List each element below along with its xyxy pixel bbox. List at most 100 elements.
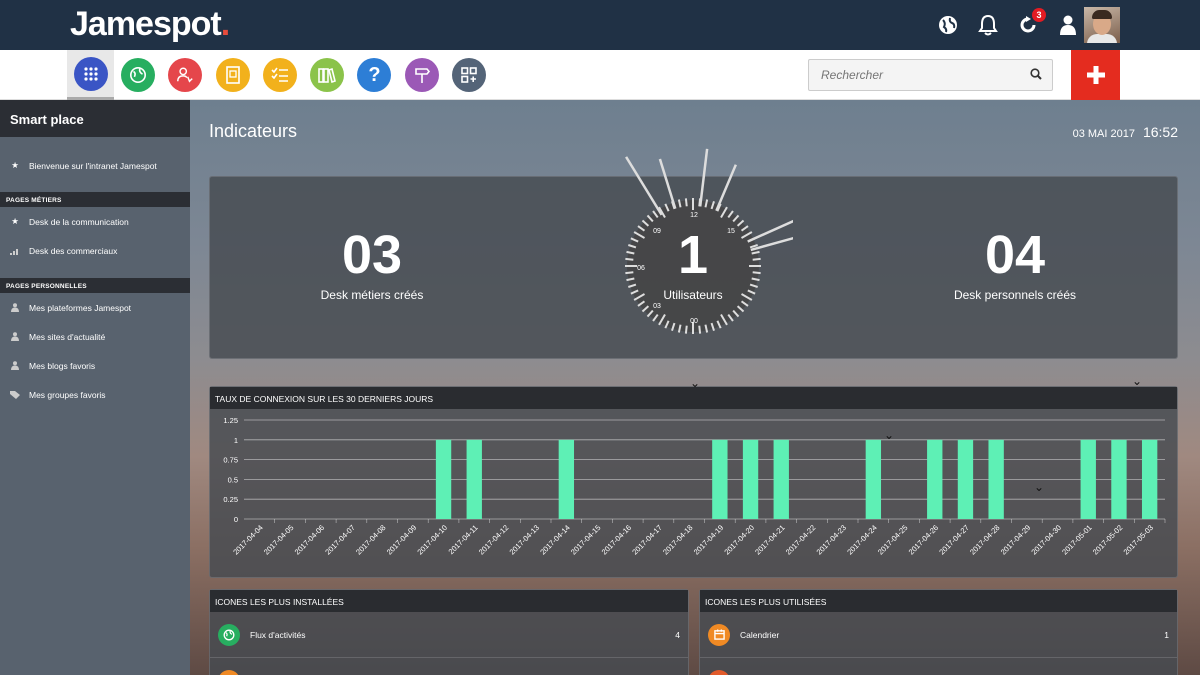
app-help[interactable]: ?	[351, 50, 398, 100]
user-icon[interactable]	[1056, 13, 1080, 37]
bird-decoration: ⌄	[1034, 480, 1045, 494]
globe-icon	[218, 623, 240, 646]
chart-bar[interactable]	[988, 439, 1004, 519]
chart-bar[interactable]	[773, 439, 789, 519]
dial-label-03: 03	[653, 303, 661, 310]
star-icon: ★	[11, 216, 19, 226]
app-signpost[interactable]	[398, 50, 445, 100]
app-directory[interactable]	[209, 50, 256, 100]
dial-ray	[715, 164, 737, 212]
dial-ray	[747, 219, 793, 243]
bird-decoration: ⌄	[690, 376, 701, 390]
plus-icon	[1086, 66, 1105, 84]
globe-icon[interactable]	[936, 13, 960, 37]
chart-bar[interactable]	[927, 439, 943, 519]
app-globe[interactable]	[114, 50, 161, 100]
chart-bar[interactable]	[1141, 439, 1158, 519]
x-tick-label: 2017-04-26	[907, 523, 940, 556]
sidebar-item-blogs[interactable]: Mes blogs favoris	[0, 351, 190, 380]
current-time: 16:52	[1142, 124, 1178, 140]
widgets-icon	[461, 67, 477, 83]
dial-label-00: 00	[690, 318, 698, 325]
sidebar-item-sites[interactable]: Mes sites d'actualité	[0, 322, 190, 351]
chart-bar[interactable]	[957, 439, 974, 519]
stat-desk-metiers: 03 Desk métiers créés	[320, 225, 424, 302]
user-icon	[9, 332, 21, 341]
chart-bar[interactable]	[712, 439, 728, 519]
x-tick-label: 2017-04-05	[262, 523, 295, 556]
app-library[interactable]	[303, 50, 350, 100]
x-tick-label: 2017-04-13	[508, 523, 541, 556]
x-tick-label: 2017-04-20	[722, 523, 755, 556]
x-tick-label: 2017-04-18	[661, 523, 694, 556]
checklist-icon	[271, 67, 288, 82]
x-tick-label: 2017-04-25	[876, 523, 909, 556]
user-icon	[9, 303, 21, 312]
chart-bar[interactable]	[1111, 439, 1127, 519]
x-tick-label: 2017-04-07	[323, 523, 356, 556]
chart-bar[interactable]	[1080, 439, 1096, 519]
x-tick-label: 2017-04-24	[845, 523, 878, 556]
sidebar-item-welcome[interactable]: ★ Bienvenue sur l'intranet Jamespot	[0, 151, 190, 180]
address-book-icon	[225, 66, 240, 84]
chart-bar[interactable]	[435, 439, 452, 519]
chart-bar[interactable]	[742, 439, 759, 519]
sidebar-item-communication[interactable]: ★ Desk de la communication	[0, 207, 190, 236]
dial-tick	[752, 257, 761, 261]
used-icons-panel: ICONES LES PLUS UTILISÉES Calendrier 1	[699, 589, 1178, 675]
page-title: Indicateurs	[209, 121, 298, 141]
app-apps-grid[interactable]	[67, 50, 115, 100]
notification-badge: 3	[1032, 8, 1046, 22]
chart-bar[interactable]	[558, 439, 575, 519]
x-tick-label: 2017-04-04	[231, 523, 264, 556]
app-widgets[interactable]	[445, 50, 492, 100]
question-icon: ?	[368, 63, 381, 86]
installed-icons-panel: ICONES LES PLUS INSTALLÉES Flux d'activi…	[209, 589, 689, 675]
bar-chart-icon	[9, 247, 21, 255]
x-tick-label: 2017-05-01	[1060, 523, 1093, 556]
x-tick-label: 2017-04-16	[600, 523, 633, 556]
refresh-icon[interactable]: 3	[1016, 8, 1046, 37]
dial-tick	[625, 257, 634, 261]
dial-tick	[684, 325, 688, 334]
sidebar-item-groupes[interactable]: Mes groupes favoris	[0, 380, 190, 409]
dial-ray	[658, 158, 677, 210]
sidebar-title: Smart place	[0, 100, 190, 137]
y-tick-label: 0.75	[223, 456, 238, 465]
x-tick-label: 2017-04-11	[447, 523, 480, 556]
logo[interactable]: Jamespot.	[70, 5, 230, 44]
x-tick-label: 2017-04-23	[815, 523, 848, 556]
search-icon[interactable]	[1030, 68, 1042, 80]
search-input[interactable]	[809, 60, 1019, 90]
x-tick-label: 2017-04-21	[753, 523, 786, 556]
y-tick-label: 1	[234, 436, 238, 445]
list-item-partial	[210, 658, 688, 675]
list-item[interactable]: Calendrier 1	[700, 612, 1177, 658]
chart-bar[interactable]	[466, 439, 482, 519]
chart-bar[interactable]	[865, 439, 882, 519]
dial-tick	[752, 271, 761, 275]
stat-desk-perso: 04 Desk personnels créés	[953, 225, 1077, 302]
x-tick-label: 2017-04-29	[999, 523, 1032, 556]
star-icon: ★	[11, 160, 19, 170]
sidebar-section-perso: PAGES PERSONNELLES	[0, 278, 190, 293]
dial-tick	[625, 271, 634, 275]
app-tasks[interactable]	[256, 50, 303, 100]
avatar[interactable]	[1084, 7, 1120, 43]
list-item-partial	[700, 658, 1177, 675]
grid-dots-icon	[84, 66, 98, 81]
list-item[interactable]: Flux d'activités 4	[210, 612, 688, 658]
dial-ray	[625, 156, 663, 216]
top-bar: Jamespot. 3	[0, 0, 1200, 50]
current-date: 03 MAI 2017	[1072, 128, 1135, 140]
bell-icon[interactable]	[976, 13, 1000, 37]
signpost-icon	[414, 68, 430, 83]
sidebar-item-commerciaux[interactable]: Desk des commerciaux	[0, 236, 190, 265]
installed-title: ICONES LES PLUS INSTALLÉES	[210, 590, 688, 612]
tags-icon	[9, 390, 21, 399]
create-button[interactable]	[1071, 50, 1120, 100]
x-tick-label: 2017-04-08	[354, 523, 387, 556]
sidebar-item-plateformes[interactable]: Mes plateformes Jamespot	[0, 293, 190, 322]
app-contacts[interactable]	[162, 50, 209, 100]
connection-chart-panel: TAUX DE CONNEXION SUR LES 30 DERNIERS JO…	[209, 386, 1178, 578]
